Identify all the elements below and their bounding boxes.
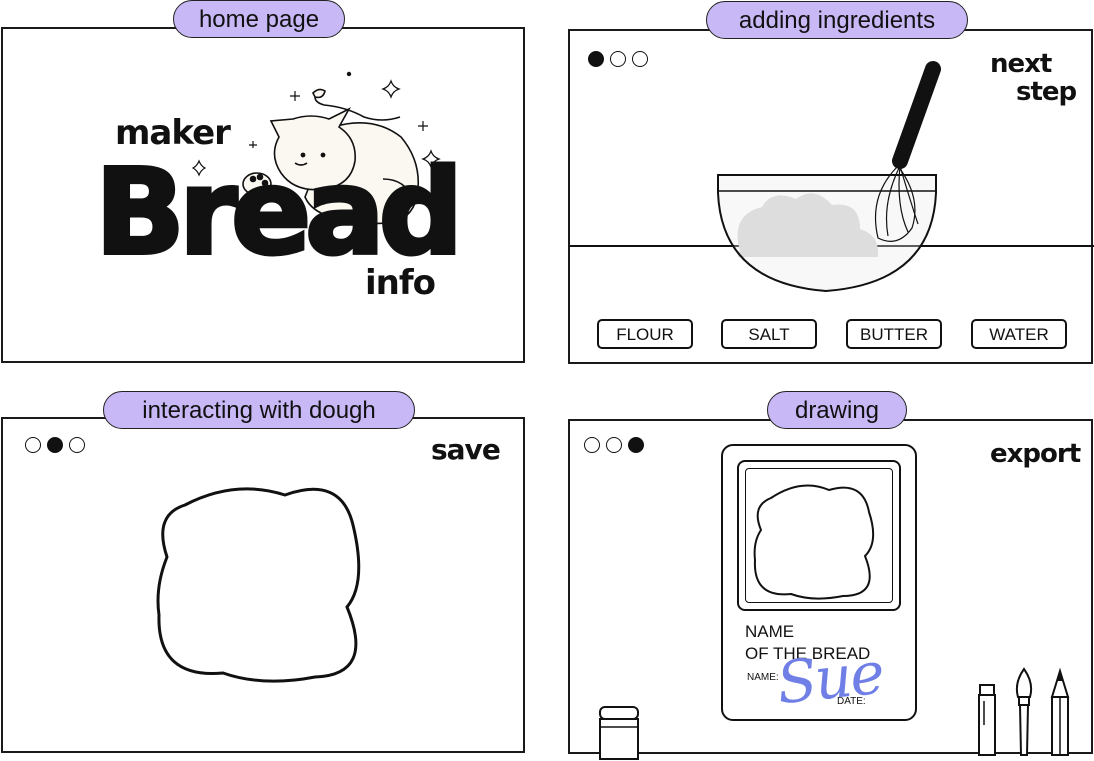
dough-title: interacting with dough xyxy=(103,391,415,429)
bowl-and-whisk xyxy=(570,61,1094,293)
flour-button[interactable]: FLOUR xyxy=(597,319,693,349)
paintbrush-icon[interactable] xyxy=(1010,667,1038,757)
drawing-panel: export NAME OF THE BREAD NAME: DATE: Sue xyxy=(568,419,1093,760)
card-name-line-1: NAME xyxy=(745,622,795,641)
step-dot-1 xyxy=(584,437,600,453)
info-link[interactable]: info xyxy=(365,263,436,303)
signature-scribble[interactable]: Sue xyxy=(774,639,886,718)
home-page-panel: maker Bread info xyxy=(1,27,525,363)
bread-card: NAME OF THE BREAD NAME: DATE: Sue xyxy=(721,444,917,721)
step-dot-2 xyxy=(606,437,622,453)
ingredients-panel: next step FLOUR SALT BUTTER WATER xyxy=(568,29,1094,364)
drawing-title: drawing xyxy=(767,391,907,429)
pencil-icon[interactable] xyxy=(1048,667,1072,757)
dough-panel: save xyxy=(1,417,525,753)
home-page-title: home page xyxy=(173,0,345,38)
ingredients-title: adding ingredients xyxy=(706,1,968,39)
salt-button[interactable]: SALT xyxy=(721,319,817,349)
logo-bread-text: Bread xyxy=(93,143,465,281)
export-button[interactable]: export xyxy=(990,439,1081,469)
dough-shape[interactable] xyxy=(3,419,527,755)
card-name-field: NAME: xyxy=(747,672,779,683)
marker-icon[interactable] xyxy=(976,681,998,757)
step-indicator xyxy=(584,437,644,453)
butter-button[interactable]: BUTTER xyxy=(846,319,942,349)
water-button[interactable]: WATER xyxy=(971,319,1067,349)
paint-jar-icon[interactable] xyxy=(598,705,642,761)
step-dot-3 xyxy=(628,437,644,453)
